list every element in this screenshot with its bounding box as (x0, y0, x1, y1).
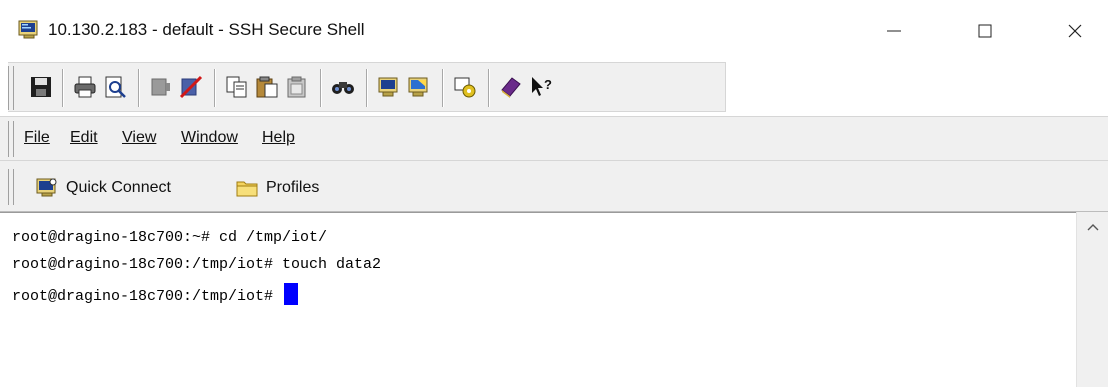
menu-window[interactable]: Window (181, 129, 238, 147)
chevron-up-icon (1087, 224, 1099, 231)
icon-toolbar: ? (0, 58, 1108, 116)
print-icon[interactable] (72, 74, 98, 100)
quick-connect-button[interactable]: Quick Connect (36, 175, 171, 201)
profiles-button[interactable]: Profiles (236, 175, 319, 201)
terminal-line: root@dragino-18c700:~# cd /tmp/iot/ (12, 229, 328, 246)
quick-connect-bar: Quick Connect Profiles (0, 160, 1108, 212)
menu-view-label: View (122, 129, 157, 146)
quick-connect-icon (36, 178, 57, 197)
terminal-cursor (284, 283, 299, 305)
toolbar-separator (366, 69, 368, 107)
print-preview-icon[interactable] (102, 74, 128, 100)
help-book-icon[interactable] (498, 74, 524, 100)
quick-connect-strip: Quick Connect Profiles (14, 167, 360, 209)
maximize-icon (978, 24, 992, 38)
paste-clipboard-icon[interactable] (284, 74, 310, 100)
menu-edit[interactable]: Edit (70, 129, 98, 147)
menu-file-label: File (24, 129, 50, 146)
disconnect-icon[interactable] (178, 74, 204, 100)
menu-help-label: Help (262, 129, 295, 146)
toolbar-separator (488, 69, 490, 107)
toolbar-separator (320, 69, 322, 107)
vertical-scrollbar[interactable] (1076, 212, 1108, 387)
maximize-button[interactable] (955, 8, 1015, 54)
toolbar-separator (214, 69, 216, 107)
toolbar-separator (442, 69, 444, 107)
save-icon[interactable] (28, 74, 54, 100)
settings-icon[interactable] (452, 74, 478, 100)
close-icon (1068, 24, 1082, 38)
terminal-prompt-line: root@dragino-18c700:/tmp/iot# (12, 283, 299, 305)
menu-edit-label: Edit (70, 129, 98, 146)
close-button[interactable] (1045, 8, 1105, 54)
ssh-terminal-icon (18, 20, 38, 39)
folder-icon (236, 181, 258, 197)
menu-bar-grip[interactable] (8, 121, 14, 157)
scroll-up-button[interactable] (1085, 220, 1101, 234)
new-terminal-window-icon[interactable] (376, 74, 402, 100)
new-file-transfer-window-icon[interactable] (406, 74, 432, 100)
window-title: 10.130.2.183 - default - SSH Secure Shel… (48, 20, 365, 39)
svg-text:?: ? (544, 77, 552, 92)
toolbar-separator (138, 69, 140, 107)
terminal-line: root@dragino-18c700:/tmp/iot# touch data… (12, 256, 382, 273)
profiles-label: Profiles (266, 179, 320, 196)
window-titlebar: 10.130.2.183 - default - SSH Secure Shel… (0, 0, 1108, 58)
menu-view[interactable]: View (122, 129, 156, 147)
quick-connect-label: Quick Connect (66, 179, 171, 196)
toolbar-separator (62, 69, 64, 107)
menu-window-label: Window (181, 129, 238, 146)
terminal-prompt: root@dragino-18c700:/tmp/iot# (12, 288, 283, 305)
minimize-button[interactable] (864, 8, 924, 54)
toolbar-grip[interactable] (8, 66, 14, 110)
copy-icon[interactable] (224, 74, 250, 100)
menu-file[interactable]: File (24, 129, 50, 147)
menu-bar: File Edit View Window Help (0, 116, 1108, 160)
menu-help[interactable]: Help (262, 129, 295, 147)
icon-toolbar-strip: ? (8, 62, 726, 112)
paste-icon[interactable] (254, 74, 280, 100)
connect-icon[interactable] (148, 74, 174, 100)
minimize-icon (887, 30, 901, 32)
find-icon[interactable] (330, 74, 356, 100)
context-help-icon[interactable]: ? (528, 74, 554, 100)
terminal-output[interactable]: root@dragino-18c700:~# cd /tmp/iot/ root… (0, 212, 1076, 387)
